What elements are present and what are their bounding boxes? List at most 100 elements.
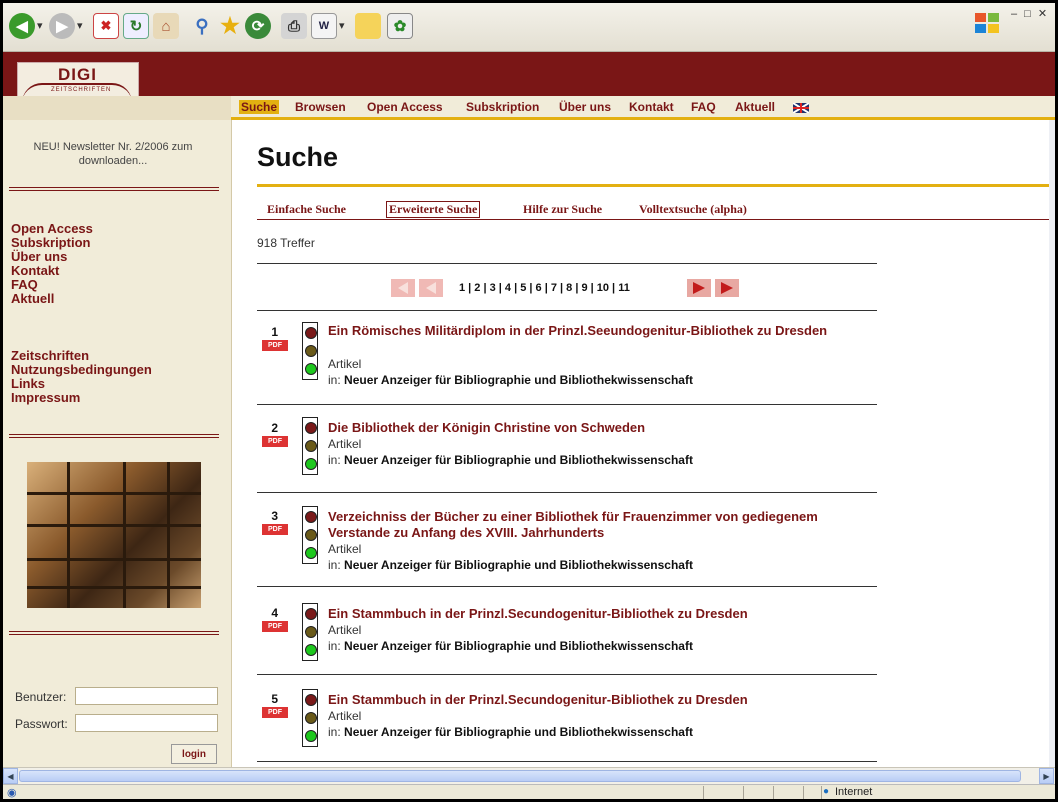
newsletter-link[interactable]: NEU! Newsletter Nr. 2/2006 zum downloade… xyxy=(13,140,213,168)
result-number: 2 xyxy=(271,421,278,435)
english-flag-icon[interactable] xyxy=(793,103,809,113)
password-input[interactable] xyxy=(75,714,218,732)
sidebar-item-aktuell[interactable]: Aktuell xyxy=(11,292,54,306)
sidebar-item-subskription[interactable]: Subskription xyxy=(11,236,90,250)
nav-item-kontakt[interactable]: Kontakt xyxy=(629,100,674,114)
window-controls[interactable]: – □ ✕ xyxy=(1011,7,1049,20)
favorites-icon[interactable]: ★ xyxy=(217,13,243,39)
nav-item-subskription[interactable]: Subskription xyxy=(466,100,539,114)
logo-text: DIGI xyxy=(58,65,97,84)
source-title: Neuer Anzeiger für Bibliographie und Bib… xyxy=(344,558,693,572)
result-type: Artikel xyxy=(328,437,362,451)
nav-item-aktuell[interactable]: Aktuell xyxy=(735,100,775,114)
access-traffic-light-icon xyxy=(302,417,318,475)
username-input[interactable] xyxy=(75,687,218,705)
result-divider xyxy=(257,404,877,405)
horizontal-scrollbar[interactable]: ◀ ▶ xyxy=(3,767,1055,784)
browser-toolbar: ◀ ▾ ▶ ▾ ✖ ↻ ⌂ ⚲ ★ ⟳ ⎙ W ▾ ✿ – □ ✕ xyxy=(3,3,1055,52)
internet-zone-icon: ● xyxy=(823,786,830,797)
result-title-link[interactable]: Die Bibliothek der Königin Christine von… xyxy=(328,420,868,436)
result-divider xyxy=(257,674,877,675)
result-source: in: Neuer Anzeiger für Bibliographie und… xyxy=(328,558,693,572)
sidebar-item-kontakt[interactable]: Kontakt xyxy=(11,264,59,278)
sidebar-item-impressum[interactable]: Impressum xyxy=(11,391,80,405)
nav-item-suche[interactable]: Suche xyxy=(239,100,280,114)
pdf-icon[interactable]: PDF xyxy=(262,707,288,718)
nav-item-ueber-uns[interactable]: Über uns xyxy=(559,100,611,114)
access-traffic-light-icon xyxy=(302,322,318,380)
tab-erweiterte-suche[interactable]: Erweiterte Suche xyxy=(386,201,481,218)
source-prefix: in: xyxy=(328,725,341,739)
back-dropdown-icon[interactable]: ▾ xyxy=(37,19,43,32)
edit-dropdown-icon[interactable]: ▾ xyxy=(339,19,345,32)
history-icon[interactable]: ⟳ xyxy=(245,13,271,39)
prev-page-button xyxy=(419,279,443,297)
source-title: Neuer Anzeiger für Bibliographie und Bib… xyxy=(344,453,693,467)
pdf-icon[interactable]: PDF xyxy=(262,340,288,351)
access-traffic-light-icon xyxy=(302,506,318,564)
username-label: Benutzer: xyxy=(15,690,67,704)
tab-hilfe-zur-suche[interactable]: Hilfe zur Suche xyxy=(523,202,602,217)
refresh-icon[interactable]: ↻ xyxy=(123,13,149,39)
pagination-numbers[interactable]: 1 | 2 | 3 | 4 | 5 | 6 | 7 | 8 | 9 | 10 |… xyxy=(459,282,630,294)
source-prefix: in: xyxy=(328,558,341,572)
home-icon[interactable]: ⌂ xyxy=(153,13,179,39)
page-status-icon: ◉ xyxy=(7,787,17,799)
result-title-link[interactable]: Ein Stammbuch in der Prinzl.Secundogenit… xyxy=(328,606,868,622)
sidebar-item-links[interactable]: Links xyxy=(11,377,45,391)
result-title-link[interactable]: Verzeichniss der Bücher zu einer Bibliot… xyxy=(328,509,828,541)
scrollbar-thumb[interactable] xyxy=(19,770,1021,782)
sidebar-item-ueber-uns[interactable]: Über uns xyxy=(11,250,67,264)
sidebar-item-faq[interactable]: FAQ xyxy=(11,278,38,292)
tab-volltextsuche[interactable]: Volltextsuche (alpha) xyxy=(639,202,747,217)
forward-dropdown-icon[interactable]: ▾ xyxy=(77,19,83,32)
forward-icon[interactable]: ▶ xyxy=(49,13,75,39)
pdf-icon[interactable]: PDF xyxy=(262,524,288,535)
divider xyxy=(257,310,877,311)
tab-einfache-suche[interactable]: Einfache Suche xyxy=(267,202,346,217)
pdf-icon[interactable]: PDF xyxy=(262,436,288,447)
result-title-link[interactable]: Ein Römisches Militärdiplom in der Prinz… xyxy=(328,323,868,339)
first-page-button xyxy=(391,279,415,297)
status-bar: ◉ ● Internet xyxy=(3,784,1055,799)
sidebar-item-open-access[interactable]: Open Access xyxy=(11,222,93,236)
source-title: Neuer Anzeiger für Bibliographie und Bib… xyxy=(344,373,693,387)
hit-count: 918 Treffer xyxy=(257,236,315,250)
nav-item-open-access[interactable]: Open Access xyxy=(367,100,443,114)
last-page-button[interactable] xyxy=(715,279,739,297)
messenger-icon[interactable]: ✿ xyxy=(387,13,413,39)
scroll-right-icon[interactable]: ▶ xyxy=(1039,768,1054,784)
edit-icon[interactable]: W xyxy=(311,13,337,39)
result-number: 3 xyxy=(271,509,278,523)
back-icon[interactable]: ◀ xyxy=(9,13,35,39)
source-title: Neuer Anzeiger für Bibliographie und Bib… xyxy=(344,639,693,653)
sidebar-divider xyxy=(9,187,219,191)
result-title-link[interactable]: Ein Stammbuch in der Prinzl.Secundogenit… xyxy=(328,692,868,708)
pdf-icon[interactable]: PDF xyxy=(262,621,288,632)
sidebar-item-nutzungsbedingungen[interactable]: Nutzungsbedingungen xyxy=(11,363,152,377)
print-icon[interactable]: ⎙ xyxy=(281,13,307,39)
result-type: Artikel xyxy=(328,357,362,371)
next-page-button[interactable] xyxy=(687,279,711,297)
page-title: Suche xyxy=(257,142,339,172)
scroll-left-icon[interactable]: ◀ xyxy=(3,768,18,784)
tab-underline xyxy=(257,219,1055,220)
result-divider xyxy=(257,492,877,493)
vertical-scrollbar[interactable] xyxy=(1049,120,1055,767)
library-photo xyxy=(27,462,201,608)
sidebar-divider xyxy=(9,631,219,635)
nav-item-faq[interactable]: FAQ xyxy=(691,100,716,114)
stop-icon[interactable]: ✖ xyxy=(93,13,119,39)
access-traffic-light-icon xyxy=(302,689,318,747)
security-zone-label: Internet xyxy=(835,786,873,798)
nav-item-browsen[interactable]: Browsen xyxy=(295,100,346,114)
source-prefix: in: xyxy=(328,373,341,387)
result-source: in: Neuer Anzeiger für Bibliographie und… xyxy=(328,373,693,387)
sidebar-item-zeitschriften[interactable]: Zeitschriften xyxy=(11,349,89,363)
folder-icon[interactable] xyxy=(355,13,381,39)
result-divider xyxy=(257,586,877,587)
sidebar-divider xyxy=(9,434,219,438)
result-source: in: Neuer Anzeiger für Bibliographie und… xyxy=(328,453,693,467)
search-icon[interactable]: ⚲ xyxy=(189,13,215,39)
login-button[interactable]: login xyxy=(171,744,217,764)
